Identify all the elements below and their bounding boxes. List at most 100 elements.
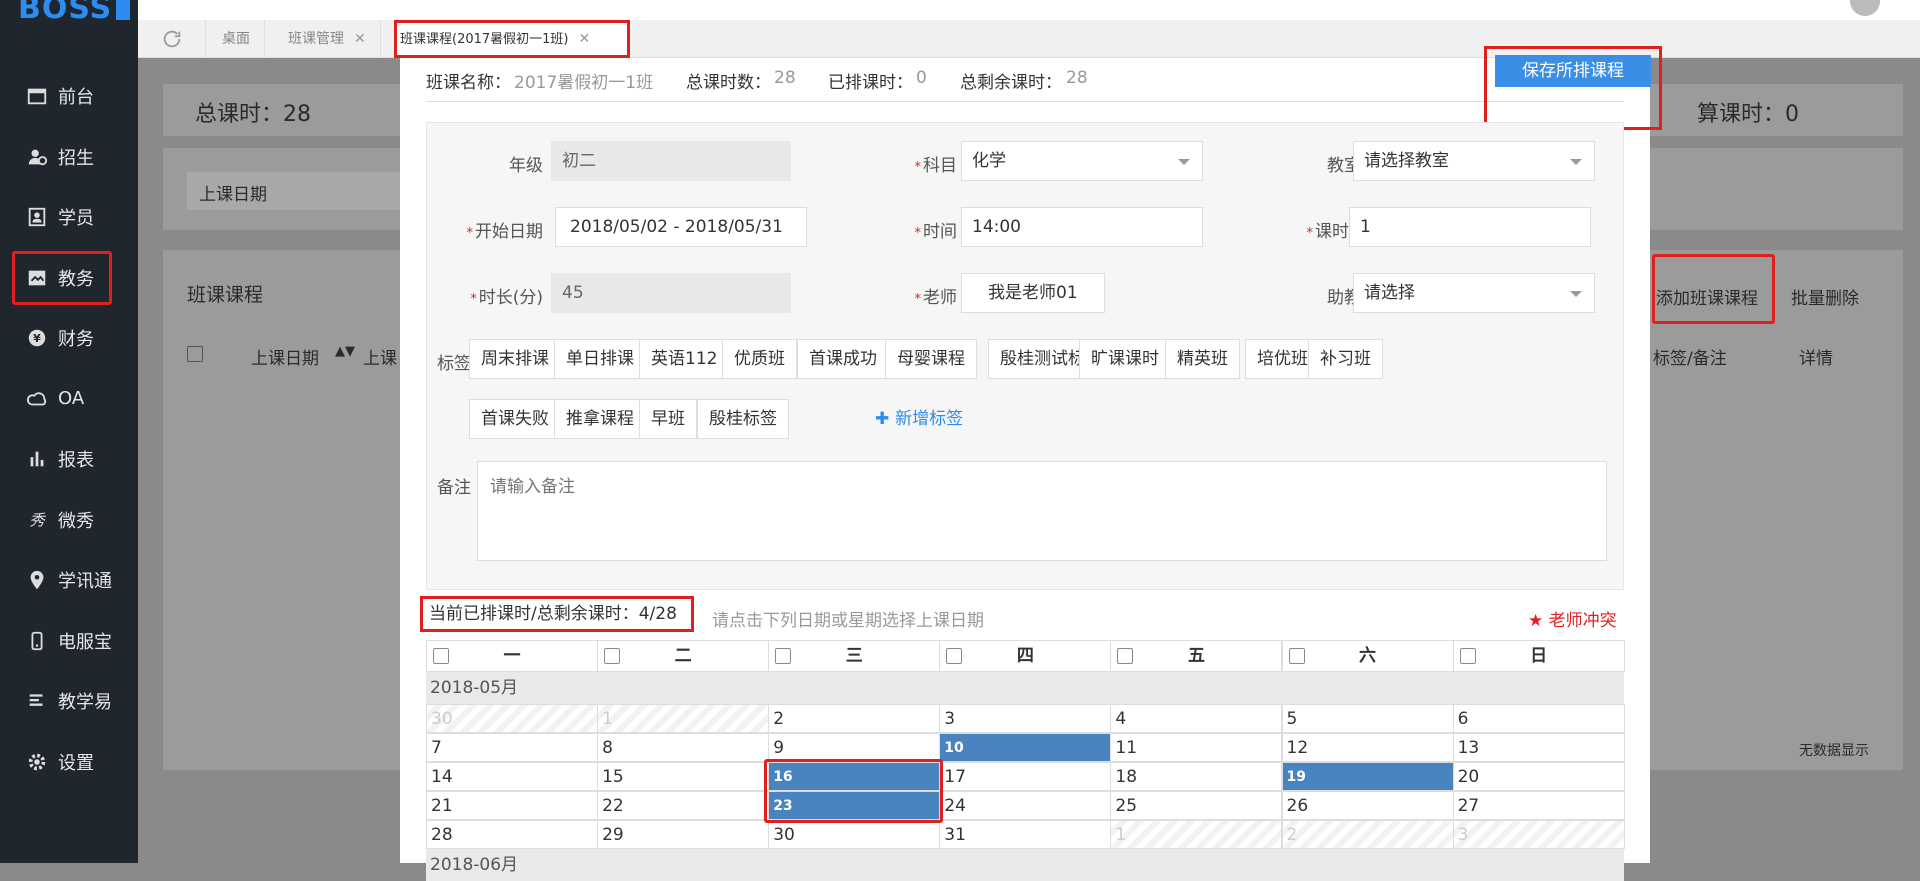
weekday-header[interactable]: 三 xyxy=(768,640,941,672)
close-icon[interactable]: ✕ xyxy=(579,31,591,47)
subject-select[interactable]: 化学 xyxy=(961,141,1203,181)
hours-input[interactable]: 1 xyxy=(1349,207,1591,247)
class-name-value: 2017暑假初一1班 xyxy=(514,73,654,93)
date-range-input[interactable]: 2018/05/02 - 2018/05/31 xyxy=(555,207,807,247)
batch-delete-button[interactable]: 批量删除 xyxy=(1791,284,1859,309)
sidebar-item-11[interactable]: 设置 xyxy=(12,735,112,789)
tag-chip[interactable]: 首课失败 xyxy=(469,399,561,439)
calendar-day[interactable]: 19 xyxy=(1281,762,1454,791)
room-select[interactable]: 请选择教室 xyxy=(1353,141,1595,181)
sort-icon[interactable]: ▲▼ xyxy=(335,344,355,359)
avatar[interactable] xyxy=(1850,0,1880,16)
sidebar-item-4[interactable]: ¥ 财务 xyxy=(12,311,112,365)
close-icon[interactable]: ✕ xyxy=(354,31,366,47)
tag-chip[interactable]: 单日排课 xyxy=(554,339,646,379)
calendar-day[interactable]: 2 xyxy=(768,704,941,733)
no-data-text: 无数据显示 xyxy=(1799,743,1869,759)
calendar-day[interactable]: 18 xyxy=(1110,762,1283,791)
sidebar-item-7[interactable]: 秀微秀 xyxy=(12,493,112,547)
weekday-header[interactable]: 一 xyxy=(426,640,599,672)
calendar-day[interactable]: 7 xyxy=(426,733,599,762)
calendar-day[interactable]: 26 xyxy=(1281,791,1454,820)
calendar-day[interactable]: 6 xyxy=(1452,704,1625,733)
weekday-checkbox[interactable] xyxy=(1459,648,1476,664)
add-tag-button[interactable]: ✚ 新增标签 xyxy=(875,399,963,439)
calendar-day[interactable]: 21 xyxy=(426,791,599,820)
weekday-checkbox[interactable] xyxy=(433,648,449,664)
save-courses-button[interactable]: 保存所排课程 xyxy=(1495,55,1651,87)
weekday-header[interactable]: 二 xyxy=(597,640,770,672)
sidebar-item-label: 设置 xyxy=(58,752,94,774)
calendar-day[interactable]: 11 xyxy=(1110,733,1283,762)
weekday-header[interactable]: 五 xyxy=(1110,640,1283,672)
calendar-day[interactable]: 4 xyxy=(1110,704,1283,733)
sidebar-item-label: 电服宝 xyxy=(58,631,112,653)
tab-desktop[interactable]: 桌面 xyxy=(208,20,265,58)
sidebar-item-8[interactable]: 学讯通 xyxy=(12,553,112,607)
calendar-day[interactable]: 17 xyxy=(939,762,1112,791)
refresh-button[interactable] xyxy=(138,20,206,58)
select-all-checkbox[interactable] xyxy=(187,346,203,362)
tag-chip[interactable]: 早班 xyxy=(639,399,697,439)
teacher-field[interactable]: 我是老师01 xyxy=(961,273,1105,313)
calendar-day[interactable]: 20 xyxy=(1452,762,1625,791)
tag-chip[interactable]: 旷课课时 xyxy=(1079,339,1171,379)
calendar-day[interactable]: 31 xyxy=(939,820,1112,849)
tag-chip[interactable]: 优质班 xyxy=(722,339,797,379)
tag-chip[interactable]: 母婴课程 xyxy=(885,339,977,379)
weekday-header[interactable]: 日 xyxy=(1452,640,1625,672)
sidebar-item-3[interactable]: 教务 xyxy=(12,250,112,305)
sidebar-item-0[interactable]: 前台 xyxy=(12,69,112,123)
sidebar-item-6[interactable]: 报表 xyxy=(12,432,112,486)
weekday-checkbox[interactable] xyxy=(604,648,621,664)
tab-label: 班课管理 xyxy=(288,31,344,47)
sidebar-item-9[interactable]: 电服宝 xyxy=(12,614,112,668)
tag-chip[interactable]: 殷桂标签 xyxy=(697,399,789,439)
tab-class-management[interactable]: 班课管理 ✕ xyxy=(274,20,381,58)
calendar-day[interactable]: 27 xyxy=(1452,791,1625,820)
sidebar-item-5[interactable]: OA xyxy=(12,372,112,426)
sidebar-item-label: 教务 xyxy=(58,268,94,290)
weekday-header[interactable]: 六 xyxy=(1281,640,1454,672)
weekday-header[interactable]: 四 xyxy=(939,640,1112,672)
calendar-day[interactable]: 9 xyxy=(768,733,941,762)
scheduled-label: 已排课时： xyxy=(828,73,913,93)
weekday-checkbox[interactable] xyxy=(946,648,963,664)
calendar-day[interactable]: 13 xyxy=(1452,733,1625,762)
tags-label: 标签 xyxy=(437,354,471,374)
sidebar-item-1[interactable]: 招生 xyxy=(12,130,112,184)
date-filter[interactable]: 上课日期 xyxy=(187,172,407,210)
calendar-day[interactable]: 25 xyxy=(1110,791,1283,820)
tag-chip[interactable]: 推拿课程 xyxy=(554,399,646,439)
sidebar-item-2[interactable]: 学员 xyxy=(12,190,112,244)
calendar-day: 1 xyxy=(597,704,770,733)
calendar-day[interactable]: 5 xyxy=(1281,704,1454,733)
calendar-day[interactable]: 28 xyxy=(426,820,599,849)
weekday-checkbox[interactable] xyxy=(1288,648,1305,664)
calendar-day[interactable]: 3 xyxy=(939,704,1112,733)
weekday-checkbox[interactable] xyxy=(775,648,792,664)
tag-chip[interactable]: 精英班 xyxy=(1165,339,1240,379)
tag-chip[interactable]: 首课成功 xyxy=(797,339,889,379)
time-input[interactable]: 14:00 xyxy=(961,207,1203,247)
assistant-select[interactable]: 请选择 xyxy=(1353,273,1595,313)
start-date-label: * 开始日期 xyxy=(466,222,544,242)
calendar-day[interactable]: 10 xyxy=(939,733,1112,762)
calendar-day[interactable]: 14 xyxy=(426,762,599,791)
calendar-day[interactable]: 15 xyxy=(597,762,770,791)
weekday-checkbox[interactable] xyxy=(1117,648,1134,664)
tab-class-course[interactable]: 班课课程(2017暑假初一1班) ✕ xyxy=(394,20,630,58)
note-input[interactable] xyxy=(477,461,1607,561)
column-date[interactable]: 上课日期 xyxy=(251,344,319,369)
sidebar-item-10[interactable]: 教学易 xyxy=(12,674,112,728)
calendar-day[interactable]: 24 xyxy=(939,791,1112,820)
calendar-day[interactable]: 29 xyxy=(597,820,770,849)
tag-chip[interactable]: 周末排课 xyxy=(469,339,561,379)
calendar-day[interactable]: 22 xyxy=(597,791,770,820)
calendar-day[interactable]: 12 xyxy=(1281,733,1454,762)
calendar-day[interactable]: 30 xyxy=(768,820,941,849)
calendar-day[interactable]: 8 xyxy=(597,733,770,762)
tag-chip[interactable]: 英语112 xyxy=(639,339,730,379)
tag-chip[interactable]: 补习班 xyxy=(1308,339,1383,379)
bar-chart-icon xyxy=(26,448,48,470)
